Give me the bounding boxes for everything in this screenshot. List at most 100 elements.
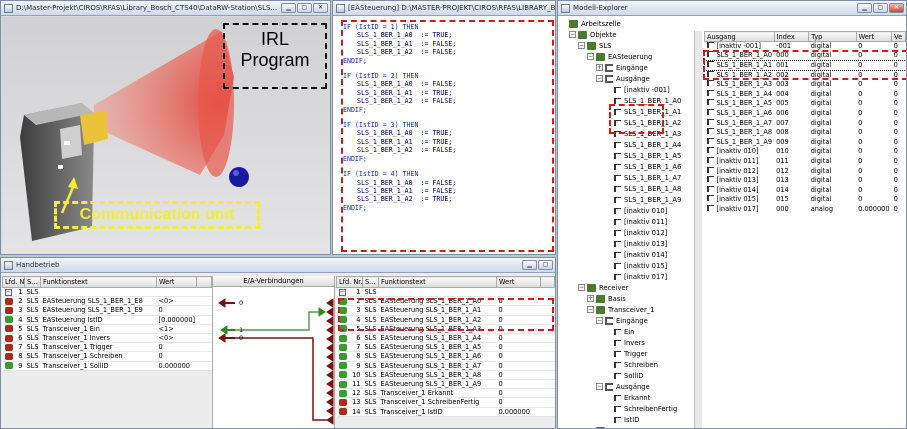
signal-icon[interactable] [4,316,13,324]
table-row[interactable]: 9 SLS Transceiver_1 SollID 0.000000 [2,361,212,371]
tree-node[interactable]: SLS_1_BER_1_A8 [605,184,681,193]
tree-node[interactable]: SLS_1_BER_1_A1 [605,107,681,116]
table-row[interactable]: [inaktiv 017] 000 analog 0.000000 0 [705,204,906,215]
collapse-icon[interactable]: − [587,53,594,60]
col-funktion[interactable]: Funktionstext [378,276,497,288]
tree-node[interactable]: Erkannt [605,393,650,402]
close-button[interactable]: ✕ [313,3,328,13]
collapse-icon[interactable]: − [338,288,346,296]
signal-icon[interactable] [338,334,347,342]
table-row[interactable]: SLS_1_BER_1_A4 004 digital 0 0 [705,89,906,99]
tree-node[interactable]: − Ausgänge [596,74,650,83]
table-row[interactable]: [inaktiv 014] 014 digital 0 0 [705,185,906,195]
signal-icon[interactable] [338,325,347,333]
tree-node[interactable]: IstID [605,415,639,424]
table-row[interactable]: 7 SLS EASteuerung SLS_1_BER_1_A5 0 [336,342,555,353]
table-row[interactable]: SLS_1_BER_1_A6 006 digital 0 0 [705,108,906,119]
tree-node[interactable]: SLS_1_BER_1_A2 [605,118,681,127]
table-row[interactable]: 12 SLS Transceiver_1 Erkannt 0 [336,388,555,399]
table-row[interactable]: 8 SLS EASteuerung SLS_1_BER_1_A6 0 [336,351,555,362]
signal-icon[interactable] [338,297,347,305]
tree-node[interactable]: Arbeitszelle [560,19,621,28]
tree-node[interactable]: SLS_1_BER_1_A7 [605,173,681,182]
collapse-icon[interactable]: − [4,288,12,296]
signal-icon[interactable] [338,316,347,324]
signal-icon[interactable] [4,306,13,314]
signal-icon[interactable] [4,362,13,370]
collapse-icon[interactable]: − [578,284,585,291]
collapse-icon[interactable]: − [596,317,603,324]
tree-node[interactable]: [inaktiv 012] [605,228,667,237]
tree-node[interactable]: + Eingänge [596,63,648,72]
tree-node[interactable]: Trigger [605,349,647,358]
table-row[interactable]: 6 SLS Transceiver_1 Invers <0> [2,333,212,344]
table-row[interactable]: SLS_1_BER_1_A1 001 digital 0 0 [703,59,906,72]
table-row[interactable]: SLS_1_BER_1_A9 009 digital 0 0 [705,137,906,147]
tree-node[interactable]: [inaktiv 010] [605,206,667,215]
tree-node[interactable]: [inaktiv 011] [605,217,667,226]
col-ausgang[interactable]: Ausgang [704,31,775,42]
signal-icon[interactable] [338,371,347,379]
tree-node[interactable]: [inaktiv 013] [605,239,667,248]
col-lfd[interactable]: Lfd. Nr. [2,276,25,288]
signal-icon[interactable] [4,297,13,305]
col-typ[interactable]: Typ [808,31,857,42]
table-row[interactable]: 6 SLS EASteuerung SLS_1_BER_1_A4 0 [336,333,555,344]
table-row[interactable]: [inaktiv 013] 013 digital 0 0 [705,176,906,186]
maximize-button[interactable]: ▢ [873,3,888,13]
tree-node[interactable]: − Eingänge [596,316,648,325]
table-row[interactable]: SLS_1_BER_1_A5 005 digital 0 0 [705,99,906,109]
signal-icon[interactable] [338,306,347,314]
tree-node[interactable]: + Basis [587,294,626,303]
table-row[interactable]: 7 SLS Transceiver_1 Trigger 0 [2,342,212,353]
tree-node[interactable]: SLS_1_BER_1_A4 [605,140,681,149]
table-row[interactable]: 3 SLS EASteuerung SLS_1_BER_1_E9 0 [2,305,212,316]
col-lfd[interactable]: Lfd. Nr. [336,276,363,288]
table-row[interactable]: −1 SLS [2,287,212,298]
table-row[interactable]: 2 SLS EASteuerung SLS_1_BER_1_E8 <0> [2,296,212,307]
signal-icon[interactable] [338,352,347,360]
collapse-icon[interactable]: − [596,383,603,390]
tree-node[interactable]: SLS_1_BER_1_A0 [605,96,681,105]
tree-node[interactable]: SLS_1_BER_1_A6 [605,162,681,171]
minimize-button[interactable]: ▁ [857,3,872,13]
table-row[interactable]: SLS_1_BER_1_A0 000 digital 0 0 [705,51,906,61]
tree-node[interactable]: [inaktiv 014] [605,250,667,259]
signal-icon[interactable] [338,398,347,406]
signal-icon[interactable] [338,380,347,388]
table-row[interactable]: 5 SLS EASteuerung SLS_1_BER_1_A3 0 [336,324,555,335]
expand-icon[interactable]: + [587,295,594,302]
tree-node[interactable]: SchreibenFertig [605,404,677,413]
table-row[interactable]: 5 SLS Transceiver_1 Ein <1> [2,324,212,335]
tree-node[interactable]: SLS_1_BER_1_A5 [605,151,681,160]
tree-node[interactable]: − SLS [578,41,611,50]
minimize-button[interactable]: ▁ [281,3,296,13]
table-row[interactable]: 4 SLS EASteuerung IstID [0.000000] [2,315,212,325]
tree-scrollbar[interactable] [694,31,702,428]
collapse-icon[interactable]: − [596,75,603,82]
collapse-icon[interactable]: − [578,42,585,49]
table-row[interactable]: SLS_1_BER_1_A8 008 digital 0 0 [705,128,906,138]
maximize-button[interactable]: ▢ [538,260,553,270]
tree-node[interactable]: [inaktiv -001] [605,85,670,94]
table-row[interactable]: −1 SLS [336,287,555,298]
tree-node[interactable]: Invers [605,338,645,347]
tree-node[interactable]: [inaktiv 017] [605,272,667,281]
tree-node[interactable]: − Receiver [578,283,628,292]
maximize-button[interactable]: ▢ [297,3,312,13]
signal-icon[interactable] [4,334,13,342]
table-row[interactable]: 3 SLS EASteuerung SLS_1_BER_1_A1 0 [336,305,555,316]
signal-icon[interactable] [4,325,13,333]
tree-node[interactable]: Ein [605,327,635,336]
tree-node[interactable]: − Objekte [569,30,617,39]
tree-node[interactable]: − Transceiver_1 [587,305,655,314]
signal-icon[interactable] [338,343,347,351]
table-row[interactable]: [inaktiv 010] 010 digital 0 0 [705,147,906,157]
tree-node[interactable]: − Ausgänge [596,382,650,391]
signal-icon[interactable] [338,408,347,416]
col-index[interactable]: Index [773,31,810,42]
table-row[interactable]: [inaktiv 011] 011 digital 0 0 [705,156,906,167]
col-ve[interactable]: Ve [891,31,906,42]
table-row[interactable]: 8 SLS Transceiver_1 Schreiben 0 [2,351,212,362]
col-wert[interactable]: Wert [496,276,541,288]
